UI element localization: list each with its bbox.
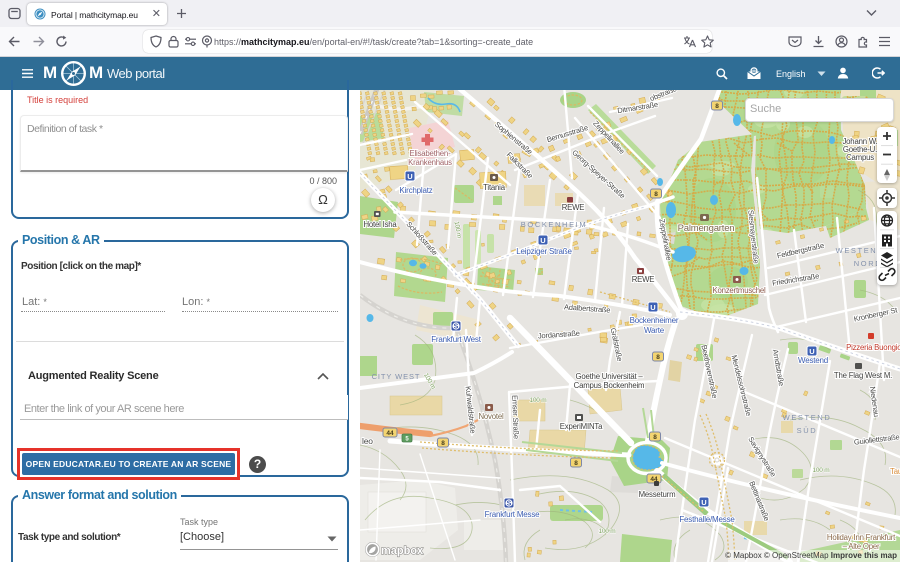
svg-text:mapbox: mapbox bbox=[381, 545, 424, 557]
svg-text:Warte: Warte bbox=[644, 326, 665, 335]
svg-text:8: 8 bbox=[441, 440, 445, 447]
svg-text:Campus: Campus bbox=[846, 153, 874, 162]
svg-text:8: 8 bbox=[574, 460, 578, 467]
svg-text:WESTEND: WESTEND bbox=[783, 413, 832, 422]
svg-text:S: S bbox=[507, 501, 512, 508]
svg-text:Hotel Isha: Hotel Isha bbox=[363, 220, 397, 229]
svg-text:U: U bbox=[809, 347, 814, 356]
svg-text:Kirchplatz: Kirchplatz bbox=[399, 186, 432, 195]
svg-text:Pizzeria Buongiorn: Pizzeria Buongiorn bbox=[846, 343, 900, 352]
svg-text:U: U bbox=[701, 498, 706, 507]
svg-text:Messeturm: Messeturm bbox=[639, 490, 676, 499]
svg-text:U: U bbox=[407, 172, 412, 181]
svg-text:The Flag West M.: The Flag West M. bbox=[834, 371, 892, 380]
svg-text:SÜD: SÜD bbox=[797, 426, 818, 435]
svg-text:100 m: 100 m bbox=[598, 528, 615, 535]
svg-text:CITY WEST: CITY WEST bbox=[372, 372, 421, 381]
svg-text:8: 8 bbox=[715, 103, 719, 110]
svg-text:8: 8 bbox=[656, 354, 660, 361]
svg-text:Elisabethen-: Elisabethen- bbox=[410, 149, 452, 158]
svg-text:Konzertmuschel: Konzertmuschel bbox=[712, 286, 766, 295]
svg-text:ExperiMINTa: ExperiMINTa bbox=[560, 422, 603, 431]
svg-text:Festhalle/Messe: Festhalle/Messe bbox=[679, 515, 735, 524]
svg-text:Bockenheimer: Bockenheimer bbox=[630, 316, 679, 325]
svg-text:Goethe Universität –: Goethe Universität – bbox=[575, 372, 643, 381]
svg-text:U: U bbox=[540, 236, 545, 245]
svg-text:Emser Straße: Emser Straße bbox=[510, 395, 521, 439]
svg-text:8: 8 bbox=[654, 191, 658, 198]
svg-text:100 m: 100 m bbox=[529, 397, 546, 404]
svg-text:Frankfurt Messe: Frankfurt Messe bbox=[485, 510, 541, 519]
svg-text:Titania: Titania bbox=[483, 183, 506, 192]
svg-text:Westend: Westend bbox=[798, 356, 828, 365]
svg-text:Leipziger Straße: Leipziger Straße bbox=[516, 247, 572, 256]
svg-text:U: U bbox=[650, 303, 655, 312]
svg-text:Novotel: Novotel bbox=[478, 412, 504, 421]
svg-text:Frankfurt West: Frankfurt West bbox=[431, 335, 481, 344]
svg-text:Campus Bockenheim: Campus Bockenheim bbox=[574, 381, 645, 390]
svg-text:S: S bbox=[454, 324, 459, 331]
svg-text:100 m: 100 m bbox=[812, 467, 829, 474]
svg-text:BOCKENHEIM: BOCKENHEIM bbox=[521, 220, 587, 229]
svg-text:Holiday Inn Frankfurt: Holiday Inn Frankfurt bbox=[827, 533, 896, 542]
svg-text:8: 8 bbox=[653, 434, 657, 441]
svg-text:44: 44 bbox=[386, 430, 394, 437]
svg-text:Krankenhaus: Krankenhaus bbox=[408, 158, 452, 167]
svg-text:REWE: REWE bbox=[632, 275, 655, 284]
svg-text:leo: leo bbox=[362, 436, 373, 446]
svg-text:Tau: Tau bbox=[890, 467, 900, 476]
svg-text:REWE: REWE bbox=[562, 203, 585, 212]
svg-text:Palmengarten: Palmengarten bbox=[678, 223, 735, 234]
